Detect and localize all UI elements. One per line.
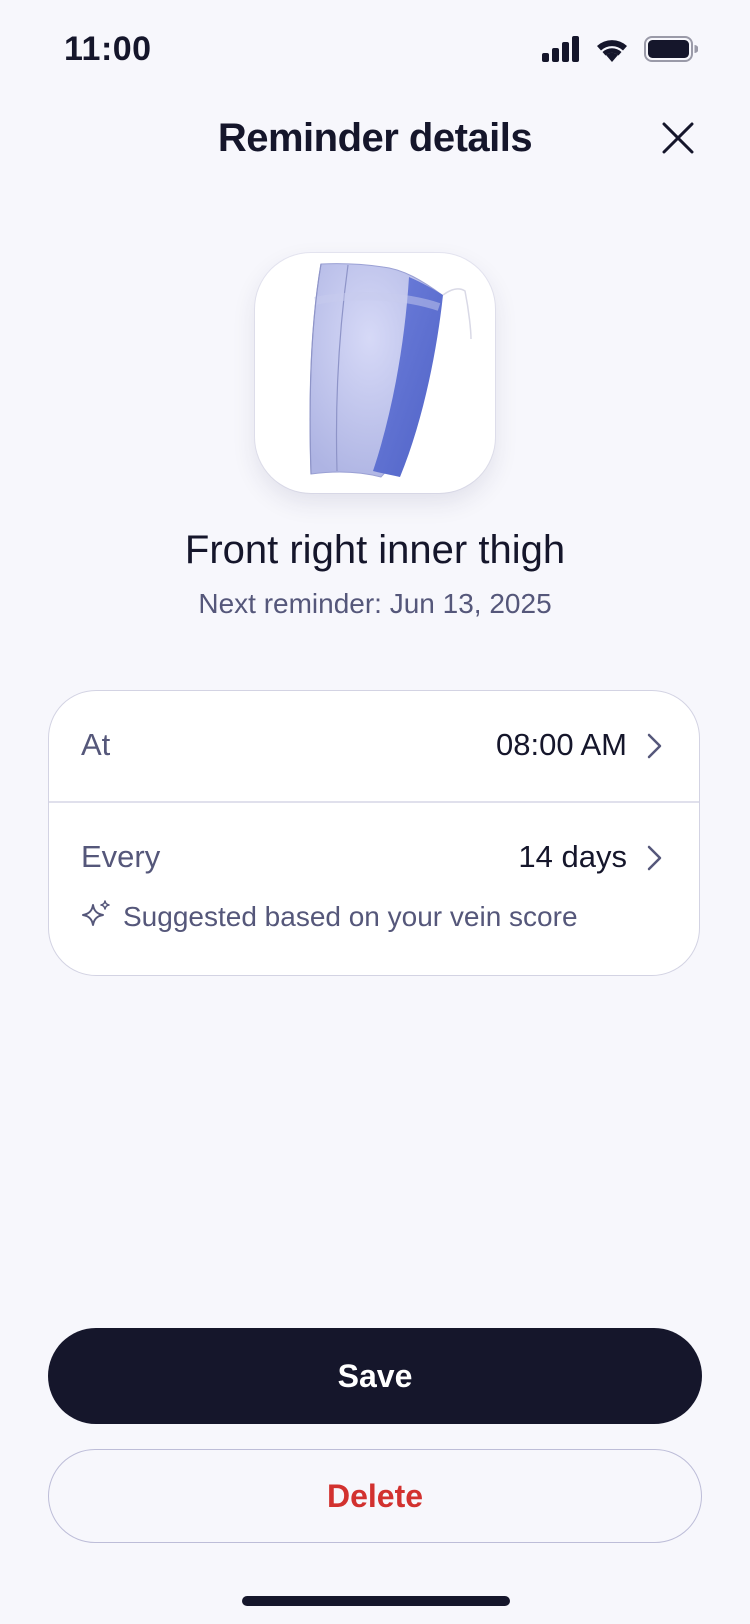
save-button[interactable]: Save — [48, 1328, 702, 1424]
close-button[interactable] — [656, 118, 700, 162]
suggestion-hint: Suggested based on your vein score — [81, 899, 578, 934]
thigh-illustration — [263, 261, 487, 485]
interval-row-label: Every — [81, 839, 161, 874]
reminder-settings-card: At 08:00 AM Every 14 days Suggested base… — [48, 690, 700, 976]
region-thumbnail — [255, 253, 495, 493]
next-reminder-date: Next reminder: Jun 13, 2025 — [198, 588, 552, 619]
close-icon — [661, 121, 695, 160]
page-title: Reminder details — [217, 116, 533, 160]
suggestion-hint-text: Suggested based on your vein score — [123, 900, 578, 932]
status-time: 11:00 — [64, 30, 152, 68]
wifi-icon — [594, 36, 630, 67]
time-row[interactable]: At 08:00 AM — [49, 691, 699, 801]
time-row-value: 08:00 AM — [496, 727, 627, 762]
battery-icon — [644, 36, 699, 67]
interval-row[interactable]: Every 14 days — [49, 803, 699, 975]
sparkle-icon — [81, 899, 111, 934]
interval-row-value: 14 days — [518, 839, 627, 874]
home-indicator — [242, 1596, 510, 1606]
chevron-right-icon — [643, 843, 665, 873]
time-row-label: At — [81, 727, 111, 762]
cellular-signal-icon — [542, 36, 580, 67]
chevron-right-icon — [643, 731, 665, 761]
status-icons — [542, 36, 699, 67]
delete-button[interactable]: Delete — [48, 1449, 702, 1543]
region-title: Front right inner thigh — [184, 528, 566, 572]
status-bar: 11:00 — [0, 0, 750, 100]
